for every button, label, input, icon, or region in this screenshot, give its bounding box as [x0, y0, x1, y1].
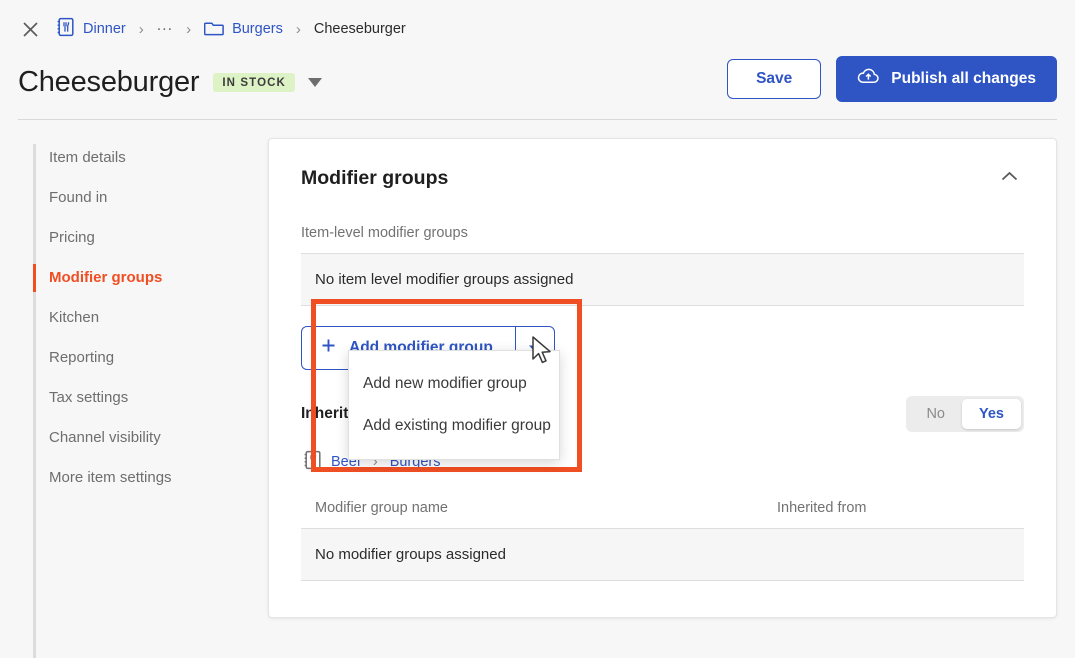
breadcrumb-item-current: Cheeseburger: [314, 21, 406, 37]
breadcrumb-item-dinner[interactable]: Dinner: [56, 17, 126, 41]
header-actions: Save Publish all changes: [727, 56, 1057, 102]
folder-icon: [204, 19, 224, 40]
breadcrumb-label: Burgers: [232, 21, 283, 37]
inherited-toggle-group: No Yes: [906, 396, 1024, 432]
column-header-modifier-group-name: Modifier group name: [315, 500, 448, 516]
add-modifier-group-dropdown-menu: Add new modifier group Add existing modi…: [348, 350, 560, 460]
publish-all-changes-button[interactable]: Publish all changes: [836, 56, 1057, 102]
menu-item-add-existing-modifier-group[interactable]: Add existing modifier group: [349, 405, 559, 447]
caret-down-icon[interactable]: [307, 77, 322, 87]
cloud-upload-icon: [857, 67, 880, 91]
card-header: Modifier groups: [301, 139, 1024, 201]
item-level-empty-row: No item level modifier groups assigned: [301, 253, 1024, 306]
publish-button-label: Publish all changes: [891, 70, 1036, 87]
sidebar-item-channel-visibility[interactable]: Channel visibility: [33, 418, 268, 458]
toggle-option-yes[interactable]: Yes: [962, 399, 1021, 429]
toggle-option-no[interactable]: No: [909, 399, 962, 429]
item-level-section-label: Item-level modifier groups: [301, 225, 468, 241]
breadcrumb-label: Dinner: [83, 21, 126, 37]
breadcrumb: Dinner › ... › Burgers › Cheeseburger: [0, 0, 1075, 58]
breadcrumb-overflow-button[interactable]: ...: [157, 18, 173, 37]
status-badge: IN STOCK: [213, 72, 295, 92]
menu-book-icon: [303, 450, 322, 474]
close-icon[interactable]: [18, 17, 42, 41]
menu-item-add-new-modifier-group[interactable]: Add new modifier group: [349, 363, 559, 405]
chevron-right-icon: ›: [295, 20, 301, 38]
breadcrumb-item-burgers[interactable]: Burgers: [204, 19, 283, 40]
page-header: Cheeseburger IN STOCK Save Publish all c…: [0, 56, 1075, 106]
sidebar-item-found-in[interactable]: Found in: [33, 178, 268, 218]
chevron-right-icon: ›: [138, 20, 144, 38]
sidebar-item-tax-settings[interactable]: Tax settings: [33, 378, 268, 418]
chevron-up-icon[interactable]: [995, 165, 1024, 191]
page-title: Cheeseburger: [18, 65, 200, 98]
column-header-inherited-from: Inherited from: [777, 500, 867, 516]
save-button[interactable]: Save: [727, 59, 822, 99]
chevron-right-icon: ›: [186, 20, 192, 38]
plus-icon: [321, 338, 336, 358]
sidebar-item-reporting[interactable]: Reporting: [33, 338, 268, 378]
sidebar-item-modifier-groups[interactable]: Modifier groups: [33, 258, 268, 298]
modifier-groups-empty-row: No modifier groups assigned: [301, 528, 1024, 581]
sidebar-item-pricing[interactable]: Pricing: [33, 218, 268, 258]
modifier-groups-table-header: Modifier group name Inherited from: [301, 474, 1024, 528]
breadcrumb-label: Cheeseburger: [313, 21, 406, 37]
sidebar-item-item-details[interactable]: Item details: [33, 138, 268, 178]
sidebar-item-more-item-settings[interactable]: More item settings: [33, 458, 268, 498]
settings-sidebar: Item details Found in Pricing Modifier g…: [0, 138, 268, 658]
menu-book-icon: [56, 17, 75, 41]
sidebar-item-kitchen[interactable]: Kitchen: [33, 298, 268, 338]
card-title: Modifier groups: [301, 166, 449, 189]
